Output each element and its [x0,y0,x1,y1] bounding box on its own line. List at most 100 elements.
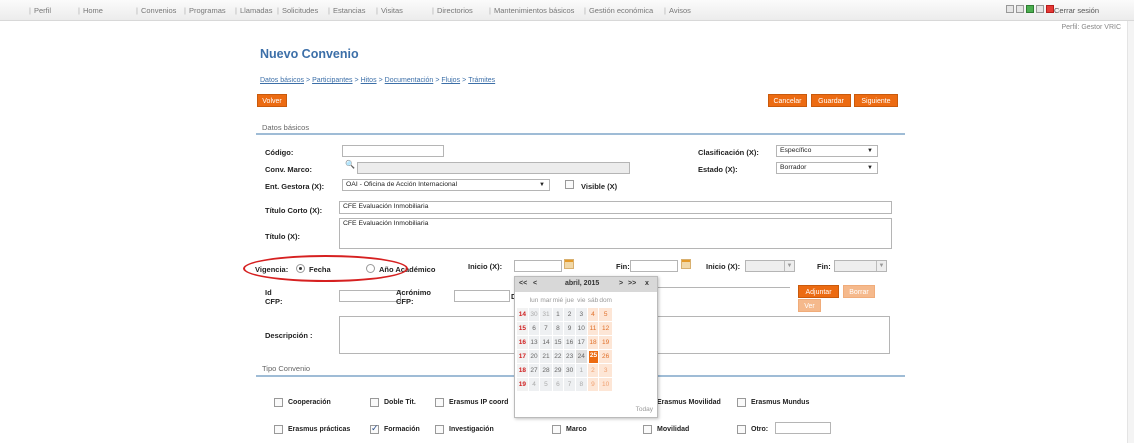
calendar-day[interactable]: 3 [574,307,588,322]
calendar-day[interactable]: 21 [539,349,553,364]
calendar-day[interactable]: 10 [598,377,613,392]
breadcrumb-documentacion[interactable]: Documentación [385,77,434,84]
search-icon[interactable]: 🔍 [345,160,355,169]
clasificacion-select[interactable]: Específico ▼ [776,145,878,157]
tipo-erasmus-mundus-checkbox[interactable] [737,398,746,407]
nav-convenios[interactable]: | Convenios [136,6,176,15]
calendar-day[interactable]: 24 [574,349,588,364]
breadcrumb-participantes[interactable]: Participantes [312,77,352,84]
tipo-cooperacion-checkbox[interactable] [274,398,283,407]
calendar-day[interactable]: 29 [551,363,565,378]
window-icon[interactable] [1016,5,1024,13]
logout-icon[interactable] [1046,5,1054,13]
nav-programas[interactable]: | Programas [184,6,226,15]
titulo-corto-input[interactable]: CFE Evaluación Inmobiliaria [339,201,892,214]
tipo-otro-input[interactable] [775,422,831,434]
prev-month-button[interactable]: < [533,280,537,287]
back-button[interactable]: Volver [257,94,287,107]
id-cfp-input[interactable] [339,290,401,302]
calendar-day[interactable]: 25 [587,350,600,364]
calendar-day[interactable]: 14 [539,335,553,350]
today-button[interactable]: Today [636,406,653,413]
calendar-day[interactable]: 27 [527,363,541,378]
status-icon[interactable] [1026,5,1034,13]
prev-year-button[interactable]: << [519,280,527,287]
calendar-day[interactable]: 8 [574,377,588,392]
nav-llamadas[interactable]: | Llamadas [235,6,272,15]
calendar-day[interactable]: 3 [598,363,613,378]
titulo-textarea[interactable]: CFE Evaluación Inmobiliaria [339,218,892,249]
save-button[interactable]: Guardar [811,94,851,107]
tipo-erasmus-practicas-checkbox[interactable] [274,425,283,434]
calendar-day[interactable]: 7 [563,377,576,392]
fin2-select[interactable]: ▼ [834,260,887,272]
calendar-day[interactable]: 13 [527,335,541,350]
calendar-day[interactable]: 31 [539,307,553,322]
calendar-day[interactable]: 12 [598,321,613,336]
calendar-day[interactable]: 8 [551,321,565,336]
calendar-day[interactable]: 9 [563,321,576,336]
nav-solicitudes[interactable]: | Solicitudes [277,6,318,15]
estado-select[interactable]: Borrador ▼ [776,162,878,174]
calendar-day[interactable]: 1 [574,363,588,378]
logout-link[interactable]: Cerrar sesión [1054,6,1099,15]
tipo-formacion-checkbox[interactable]: ✓ [370,423,379,434]
breadcrumb-flujos[interactable]: Flujos [441,77,460,84]
calendar-day[interactable]: 30 [563,363,576,378]
next-button[interactable]: Siguiente [854,94,898,107]
next-year-button[interactable]: >> [628,280,636,287]
tipo-erasmus-ip-checkbox[interactable] [435,398,444,407]
delete-button[interactable]: Borrar [843,285,875,298]
visible-checkbox[interactable] [565,180,574,189]
calendar-day[interactable]: 4 [527,377,541,392]
tipo-otro-checkbox[interactable] [737,425,746,434]
view-button[interactable]: Ver [798,299,821,312]
window-icon[interactable] [1006,5,1014,13]
conv-marco-input[interactable] [357,162,630,174]
calendar-day[interactable]: 28 [539,363,553,378]
inicio-input[interactable] [514,260,562,272]
nav-estancias[interactable]: | Estancias [328,6,365,15]
calendar-day[interactable]: 16 [563,335,576,350]
codigo-input[interactable] [342,145,444,157]
acronimo-input[interactable] [454,290,510,302]
calendar-day[interactable]: 22 [551,349,565,364]
breadcrumb-tramites[interactable]: Trámites [468,77,495,84]
calendar-day[interactable]: 11 [586,321,600,336]
calendar-day[interactable]: 20 [527,349,541,364]
calendar-day[interactable]: 2 [563,307,576,322]
calendar-day[interactable]: 4 [586,307,600,322]
calendar-day[interactable]: 18 [586,335,600,350]
calendar-day[interactable]: 5 [598,307,613,322]
attach-button[interactable]: Adjuntar [798,285,839,298]
tipo-investigacion-checkbox[interactable] [435,425,444,434]
breadcrumb-datos-basicos[interactable]: Datos básicos [260,77,304,84]
vertical-scrollbar[interactable] [1127,21,1134,443]
nav-visitas[interactable]: | Visitas [376,6,403,15]
nav-gestion-economica[interactable]: | Gestión económica [584,6,653,15]
breadcrumb-hitos[interactable]: Hitos [361,77,377,84]
fin-input[interactable] [630,260,678,272]
nav-perfil[interactable]: | Perfil [29,6,51,15]
cancel-button[interactable]: Cancelar [768,94,807,107]
calendar-day[interactable]: 6 [527,321,541,336]
calendar-day[interactable]: 19 [598,335,613,350]
ent-gestora-select[interactable]: OAI - Oficina de Acción Internacional ▼ [342,179,550,191]
next-month-button[interactable]: > [619,280,623,287]
calendar-day[interactable]: 1 [551,307,565,322]
calendar-day[interactable]: 30 [527,307,541,322]
calendar-day[interactable]: 5 [539,377,553,392]
calendar-icon[interactable] [681,259,691,269]
inicio2-select[interactable]: ▼ [745,260,795,272]
tipo-marco-checkbox[interactable] [552,425,561,434]
nav-mantenimientos[interactable]: | Mantenimientos básicos [489,6,574,15]
calendar-day[interactable]: 6 [551,377,565,392]
calendar-day[interactable]: 17 [574,335,588,350]
tipo-movilidad-checkbox[interactable] [643,425,652,434]
calendar-day[interactable]: 9 [586,377,600,392]
close-icon[interactable]: x [645,280,649,287]
calendar-day[interactable]: 7 [539,321,553,336]
window-icon[interactable] [1036,5,1044,13]
calendar-day[interactable]: 10 [574,321,588,336]
calendar-icon[interactable] [564,259,574,269]
